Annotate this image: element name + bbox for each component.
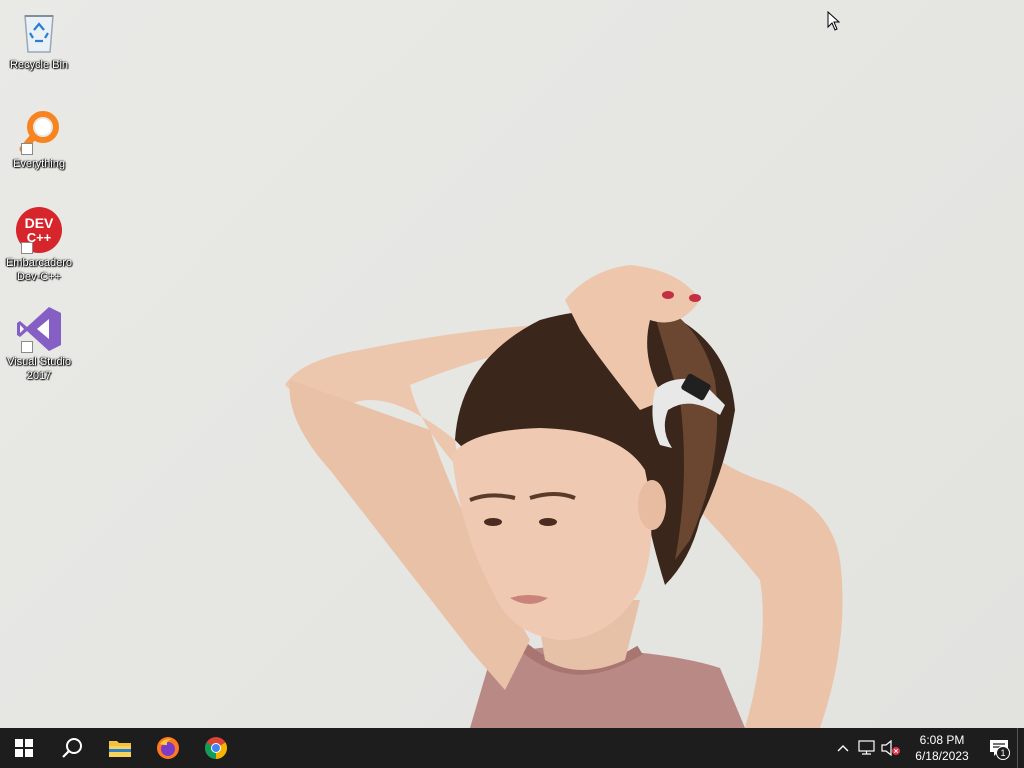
system-tray: 6:08 PM 6/18/2023 1 [831, 728, 1024, 768]
start-button[interactable] [0, 728, 48, 768]
folder-icon [109, 741, 131, 757]
desktop-icon-label: Embarcadero Dev-C++ [5, 257, 73, 283]
notification-count-badge: 1 [996, 746, 1010, 760]
desktop[interactable]: Recycle Bin Everything DEV C++ Embarcade… [0, 0, 1024, 728]
desktop-icon-everything[interactable]: Everything [2, 107, 76, 171]
desktop-icon-recycle-bin[interactable]: Recycle Bin [2, 8, 76, 72]
search-icon [62, 738, 82, 758]
devcpp-icon: DEV C++ [15, 206, 63, 254]
desktop-icon-label: Recycle Bin [9, 59, 69, 71]
chrome-icon [205, 737, 227, 759]
svg-text:DEV: DEV [25, 215, 54, 231]
desktop-icon-label: Visual Studio 2017 [6, 356, 71, 382]
network-button[interactable] [855, 728, 879, 768]
desktop-icon-visual-studio[interactable]: Visual Studio 2017 [2, 305, 76, 383]
file-explorer-button[interactable] [96, 728, 144, 768]
search-button[interactable] [48, 728, 96, 768]
mouse-cursor-icon [827, 11, 841, 31]
chevron-up-icon [837, 745, 849, 752]
clock-date: 6/18/2023 [915, 749, 969, 763]
network-icon [858, 740, 875, 755]
desktop-icon-devcpp[interactable]: DEV C++ Embarcadero Dev-C++ [2, 206, 76, 284]
clock-time: 6:08 PM [919, 733, 965, 747]
windows-logo-icon [15, 739, 33, 757]
action-center-button[interactable]: 1 [981, 728, 1017, 768]
shortcut-arrow-icon [21, 341, 33, 353]
chrome-button[interactable] [192, 728, 240, 768]
recycle-bin-icon [15, 8, 63, 56]
desktop-icon-label: Everything [13, 158, 65, 170]
shortcut-arrow-icon [21, 143, 33, 155]
volume-muted-icon [881, 740, 900, 756]
show-desktop-button[interactable] [1017, 728, 1024, 768]
clock[interactable]: 6:08 PM 6/18/2023 [903, 728, 981, 768]
wallpaper-image [285, 265, 843, 728]
firefox-icon [157, 737, 179, 759]
show-hidden-icons-button[interactable] [831, 728, 855, 768]
everything-search-icon [15, 107, 63, 155]
visual-studio-icon [15, 305, 63, 353]
shortcut-arrow-icon [21, 242, 33, 254]
firefox-button[interactable] [144, 728, 192, 768]
volume-button[interactable] [879, 728, 903, 768]
taskbar: 6:08 PM 6/18/2023 1 [0, 728, 1024, 768]
